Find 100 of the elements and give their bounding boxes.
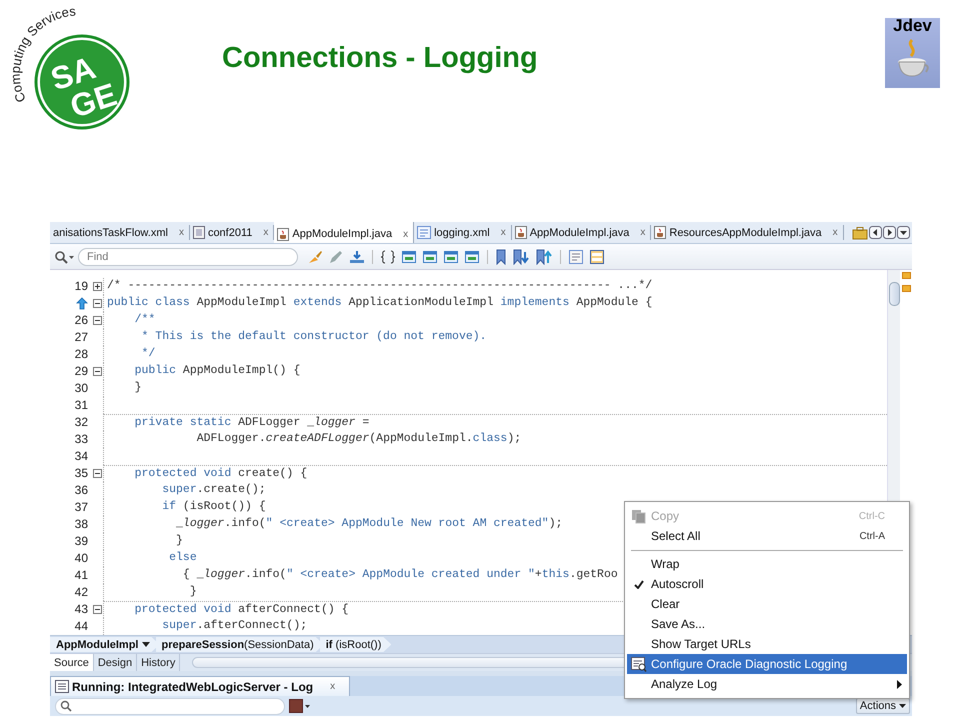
close-button[interactable]: x [832,227,838,238]
menu-item[interactable]: Configure Oracle Diagnostic Logging [627,654,907,674]
code-line: public class AppModuleImpl extends ApplicationModuleImpl implements AppModule { [107,296,652,309]
line-number: 30 [74,380,88,397]
code-line: * This is the default constructor (do not remove). [140,330,487,343]
window-icon[interactable] [422,248,438,264]
code-line: super.create(); [161,483,266,496]
search-icon[interactable] [54,250,76,264]
log-search-field[interactable] [55,698,285,714]
code-line: super.afterConnect(); [161,619,308,632]
code-line: /** [134,313,156,326]
line-number: 29 [74,363,88,380]
line-number: 19 [74,278,88,295]
marker[interactable] [902,272,910,279]
file-icon [654,226,666,239]
close-button[interactable]: x [263,227,268,238]
bookmark-up-icon[interactable] [535,248,553,264]
code-line: private static ADFLogger _logger = [134,416,370,429]
stop-icon[interactable] [289,699,311,713]
close-button[interactable]: x [500,227,506,238]
code-line: ADFLogger.createADFLogger(AppModuleImpl.class); [196,432,522,445]
close-button[interactable]: x [330,681,336,692]
code-line: } [188,585,197,598]
code-line: protected void afterConnect() { [134,603,349,616]
collapse-icon[interactable] [93,316,102,325]
menu-item[interactable]: Wrap [627,554,907,574]
download-icon[interactable] [349,248,365,264]
editor-tab[interactable]: anisationsTaskFlow.xml x [50,225,190,240]
collapse-icon[interactable] [93,367,102,376]
menu-item[interactable]: Analyze Log [627,674,907,694]
menu-item[interactable]: Autoscroll [627,574,907,594]
code-line: protected void create() { [134,467,308,480]
close-button[interactable]: x [640,227,646,238]
bookmark-down-icon[interactable] [512,248,530,264]
braces-icon[interactable] [380,248,396,264]
line-number: 28 [74,346,88,363]
window-icon[interactable] [443,248,459,264]
bookmark-icon[interactable] [495,248,507,264]
code-line: /* ---------------------------------------------------------------------- ...*/ [107,279,652,292]
menu-item[interactable]: Clear [627,594,907,614]
line-number: 43 [74,601,88,618]
up-arrow-icon[interactable] [76,297,88,310]
collapse-icon[interactable] [93,605,102,614]
line-number: 40 [74,550,88,567]
line-number: 41 [74,567,88,584]
caret-icon [899,704,906,708]
panel-icon[interactable] [589,248,605,264]
line-number: 37 [74,499,88,516]
view-tab[interactable]: Source [50,654,94,671]
line-number: 36 [74,482,88,499]
marker[interactable] [902,285,910,292]
code-line: */ [140,347,156,360]
code-line: if (isRoot()) { [161,500,266,513]
file-icon [277,228,290,240]
line-number: 33 [74,431,88,448]
window-icon[interactable] [401,248,417,264]
shortcut-label: Ctrl-A [859,530,886,542]
collapse-icon[interactable] [93,299,102,308]
log-settings-icon [631,656,647,672]
code-line: } [175,534,183,547]
line-number: 42 [74,584,88,601]
app-badge: Jdev [885,18,940,88]
log-tab[interactable]: Running: IntegratedWebLogicServer - Log x [50,676,350,696]
log-icon [55,680,69,693]
search-icon [60,700,72,712]
collapse-icon[interactable] [93,469,102,478]
brush-icon[interactable] [307,248,323,264]
editor-tab[interactable]: ResourcesAppModuleImpl.java x [651,225,844,240]
window-icon[interactable] [464,248,480,264]
menu-item[interactable]: Select All Ctrl-A [627,526,907,546]
close-button[interactable]: x [178,227,184,238]
copy-icon [631,508,647,524]
editor-tab[interactable]: logging.xml x [414,225,512,240]
page-icon [192,226,205,239]
search-field[interactable]: Find [78,248,298,266]
line-number: 39 [74,533,88,550]
expand-icon[interactable] [93,282,102,291]
editor-tab[interactable]: conf2011 x [190,225,274,240]
shortcut-label: Ctrl-C [858,510,886,522]
line-number: 27 [74,329,88,346]
editor-tab[interactable]: AppModuleImpl.java x [512,225,652,240]
actions-button[interactable]: Actions [856,698,910,714]
cup-icon [896,36,930,78]
slide-title: Connections - Logging [222,42,538,75]
line-number: 31 [74,397,88,414]
code-line: public AppModuleImpl() { [134,364,300,377]
panel-icon[interactable] [568,248,584,264]
caret-icon[interactable] [142,642,150,648]
file-icon [417,226,432,239]
dropdown-icon[interactable] [897,226,910,239]
close-button[interactable]: x [403,228,408,240]
code-line: { _logger.info(" <create> AppModule created under "+this.getRoo [182,568,618,581]
file-icon [514,226,527,239]
menu-item[interactable]: Save As... [627,614,907,634]
code-line: else [168,551,197,564]
breadcrumb-item[interactable]: if (isRoot()) [320,637,392,652]
editor-tab[interactable]: AppModuleImpl.java x [274,222,414,243]
menu-item[interactable]: Show Target URLs [627,634,907,654]
line-number: 44 [74,618,88,635]
line-number: 38 [74,516,88,533]
